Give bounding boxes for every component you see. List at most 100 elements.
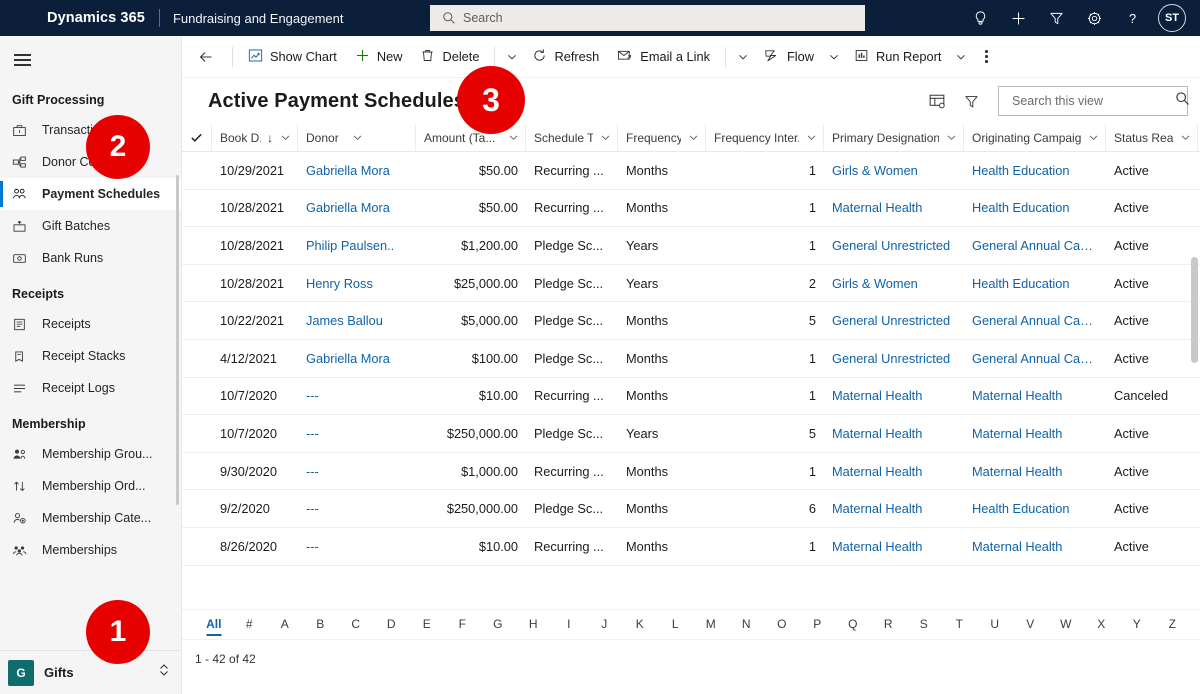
chevron-down-icon[interactable]	[345, 132, 363, 143]
sidebar-item-gift-batches[interactable]: Gift Batches	[0, 210, 181, 242]
cell-designation[interactable]: Maternal Health	[824, 464, 964, 479]
alphabet-filter-k[interactable]: K	[622, 617, 658, 633]
alphabet-filter-c[interactable]: C	[338, 617, 374, 633]
alphabet-filter-b[interactable]: B	[303, 617, 339, 633]
alphabet-filter-y[interactable]: Y	[1119, 617, 1155, 633]
table-row[interactable]: 9/30/2020 --- $1,000.00 Recurring ... Months…	[182, 453, 1200, 491]
table-row[interactable]: 10/7/2020 --- $250,000.00 Pledge Sc... Years…	[182, 415, 1200, 453]
table-row[interactable]: 10/28/2021 Henry Ross $25,000.00 Pledge Sc.…	[182, 265, 1200, 303]
alphabet-filter-z[interactable]: Z	[1155, 617, 1191, 633]
edit-filters-icon[interactable]	[956, 86, 986, 116]
column-header-donor[interactable]: Donor	[298, 123, 416, 152]
search-icon[interactable]	[1175, 91, 1190, 111]
more-commands-icon[interactable]	[972, 41, 1000, 73]
chevron-down-icon[interactable]	[501, 132, 519, 143]
alphabet-filter-h[interactable]: H	[516, 617, 552, 633]
table-row[interactable]: 10/29/2021 Gabriella Mora $50.00 Recurring …	[182, 152, 1200, 190]
alphabet-filter-t[interactable]: T	[942, 617, 978, 633]
cell-donor[interactable]: ---	[298, 426, 416, 441]
email-chevron-down-icon[interactable]	[732, 41, 754, 73]
sidebar-item-bank-runs[interactable]: Bank Runs	[0, 242, 181, 274]
sidebar-item-receipts[interactable]: Receipts	[0, 308, 181, 340]
global-search-box[interactable]: Search	[430, 5, 865, 31]
table-row[interactable]: 4/12/2021 Gabriella Mora $100.00 Pledge Sc.…	[182, 340, 1200, 378]
alphabet-filter-n[interactable]: N	[729, 617, 765, 633]
sidebar-item-membership-groups[interactable]: Membership Grou...	[0, 438, 181, 470]
chevron-down-icon[interactable]	[593, 132, 611, 143]
table-row[interactable]: 10/22/2021 James Ballou $5,000.00 Pledge Sc…	[182, 302, 1200, 340]
alphabet-filter-all[interactable]: All	[196, 617, 232, 633]
sidebar-item-receipt-stacks[interactable]: Receipt Stacks	[0, 340, 181, 372]
cell-donor[interactable]: Gabriella Mora	[298, 200, 416, 215]
alphabet-filter-hash[interactable]: #	[232, 617, 268, 633]
refresh-button[interactable]: Refresh	[523, 41, 608, 73]
alphabet-filter-r[interactable]: R	[871, 617, 907, 633]
alphabet-filter-x[interactable]: X	[1084, 617, 1120, 633]
alphabet-filter-m[interactable]: M	[693, 617, 729, 633]
lightbulb-icon[interactable]	[962, 0, 998, 36]
view-search-box[interactable]	[998, 86, 1190, 116]
cell-designation[interactable]: Girls & Women	[824, 276, 964, 291]
chevron-down-icon[interactable]	[799, 132, 817, 143]
alphabet-filter-p[interactable]: P	[800, 617, 836, 633]
alphabet-filter-i[interactable]: I	[551, 617, 587, 633]
sidebar-item-membership-categories[interactable]: Membership Cate...	[0, 502, 181, 534]
cell-campaign[interactable]: General Annual Campa	[964, 351, 1106, 366]
alphabet-filter-l[interactable]: L	[658, 617, 694, 633]
cell-designation[interactable]: Maternal Health	[824, 388, 964, 403]
back-arrow-icon[interactable]	[190, 41, 222, 73]
cell-designation[interactable]: Maternal Health	[824, 426, 964, 441]
alphabet-filter-e[interactable]: E	[409, 617, 445, 633]
alphabet-filter-o[interactable]: O	[764, 617, 800, 633]
cell-donor[interactable]: Henry Ross	[298, 276, 416, 291]
sidebar-item-memberships[interactable]: Memberships	[0, 534, 181, 566]
column-header-frequency-interval[interactable]: Frequency Inter...	[706, 123, 824, 152]
grid-vertical-scrollbar[interactable]	[1191, 257, 1198, 363]
cell-campaign[interactable]: Maternal Health	[964, 388, 1106, 403]
chevron-down-icon[interactable]	[1081, 132, 1099, 143]
sitemap-toggle-icon[interactable]	[0, 40, 44, 80]
avatar[interactable]: ST	[1158, 4, 1186, 32]
help-icon[interactable]: ?	[1114, 0, 1150, 36]
show-chart-button[interactable]: Show Chart	[239, 41, 346, 73]
table-row[interactable]: 10/28/2021 Philip Paulsen.. $1,200.00 Pledg…	[182, 227, 1200, 265]
gear-icon[interactable]	[1076, 0, 1112, 36]
chevron-down-icon[interactable]	[273, 132, 291, 143]
cell-donor[interactable]: ---	[298, 501, 416, 516]
alphabet-filter-j[interactable]: J	[587, 617, 623, 633]
table-row[interactable]: 8/26/2020 --- $10.00 Recurring ... Months 1 Ma…	[182, 528, 1200, 566]
cell-designation[interactable]: Maternal Health	[824, 539, 964, 554]
app-name-label[interactable]: Fundraising and Engagement	[173, 11, 344, 26]
cell-campaign[interactable]: General Annual Campa	[964, 238, 1106, 253]
flow-button[interactable]: Flow	[754, 41, 823, 73]
run-report-button[interactable]: Run Report	[845, 41, 950, 73]
column-header-frequency[interactable]: Frequency	[618, 123, 706, 152]
column-header-primary-designation[interactable]: Primary Designation	[824, 123, 964, 152]
sidebar-item-receipt-logs[interactable]: Receipt Logs	[0, 372, 181, 404]
email-a-link-button[interactable]: Email a Link	[608, 41, 719, 73]
table-row[interactable]: 10/7/2020 --- $10.00 Recurring ... Months 1 Ma…	[182, 378, 1200, 416]
cell-designation[interactable]: Maternal Health	[824, 501, 964, 516]
search-input[interactable]	[1010, 93, 1175, 109]
alphabet-filter-d[interactable]: D	[374, 617, 410, 633]
cell-designation[interactable]: Girls & Women	[824, 163, 964, 178]
column-header-originating-campaign[interactable]: Originating Campaign	[964, 123, 1106, 152]
cell-donor[interactable]: James Ballou	[298, 313, 416, 328]
alphabet-filter-f[interactable]: F	[445, 617, 481, 633]
chevron-down-icon[interactable]	[681, 132, 699, 143]
column-header-schedule-type[interactable]: Schedule T...	[526, 123, 618, 152]
alphabet-filter-w[interactable]: W	[1048, 617, 1084, 633]
cell-donor[interactable]: Gabriella Mora	[298, 351, 416, 366]
delete-chevron-down-icon[interactable]	[501, 41, 523, 73]
select-all-checkbox[interactable]	[182, 123, 212, 152]
cell-donor[interactable]: ---	[298, 464, 416, 479]
cell-campaign[interactable]: Health Education	[964, 163, 1106, 178]
alphabet-filter-v[interactable]: V	[1013, 617, 1049, 633]
plus-icon[interactable]	[1000, 0, 1036, 36]
cell-campaign[interactable]: Health Education	[964, 200, 1106, 215]
alphabet-filter-q[interactable]: Q	[835, 617, 871, 633]
cell-donor[interactable]: ---	[298, 388, 416, 403]
cell-campaign[interactable]: General Annual Campa	[964, 313, 1106, 328]
flow-chevron-down-icon[interactable]	[823, 41, 845, 73]
alphabet-filter-a[interactable]: A	[267, 617, 303, 633]
